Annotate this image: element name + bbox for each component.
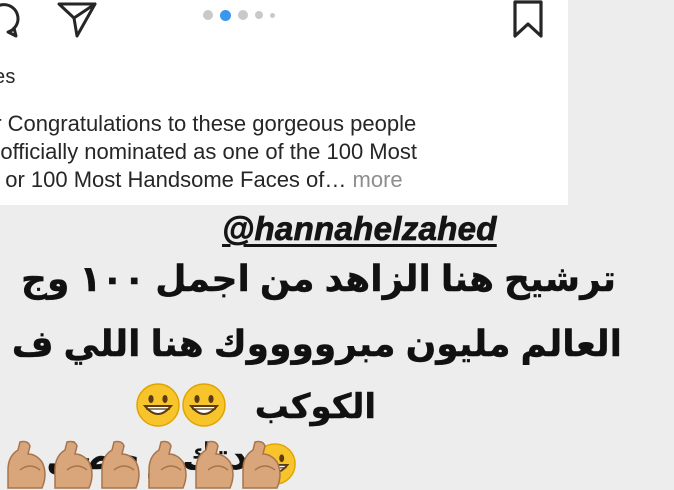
caption-line: ul or 100 Most Handsome Faces of… more — [0, 166, 562, 194]
story-text-line-1: ترشيح هنا الزاهد من اجمل ١٠٠ وج — [21, 258, 616, 299]
story-text-line-3: الكوكب — [254, 388, 377, 426]
carousel-dot — [238, 10, 248, 20]
likes-count[interactable]: es — [0, 66, 16, 89]
carousel-dot-active — [220, 9, 231, 21]
caption-text: ul or 100 Most Handsome Faces of… — [0, 167, 347, 192]
flexed-biceps-emoji — [195, 440, 234, 489]
instagram-post-card: es er Congratulations to these gorgeous … — [0, 0, 568, 205]
share-icon[interactable] — [56, 0, 98, 40]
grinning-face-emoji — [182, 383, 226, 427]
caption-line: er Congratulations to these gorgeous peo… — [0, 111, 417, 136]
flexed-biceps-emoji — [242, 440, 281, 489]
flexed-biceps-emoji — [148, 440, 187, 489]
story-text-line-2: العالم مليون مبرووووك هنا اللي ف — [11, 323, 623, 364]
carousel-dot — [203, 10, 213, 20]
more-link[interactable]: more — [353, 167, 403, 192]
carousel-indicator — [203, 8, 282, 22]
carousel-dot — [255, 11, 263, 19]
carousel-dot — [270, 12, 275, 18]
flexed-biceps-emoji — [7, 440, 46, 489]
flexed-biceps-emoji — [54, 440, 93, 489]
bookmark-icon[interactable] — [510, 0, 546, 40]
caption-line: g officially nominated as one of the 100… — [0, 139, 417, 164]
post-caption: er Congratulations to these gorgeous peo… — [0, 110, 562, 194]
mention-tag[interactable]: @hannahelzahed — [222, 210, 497, 248]
grinning-face-emoji — [136, 383, 180, 427]
flexed-biceps-emoji — [101, 440, 140, 489]
comment-icon[interactable] — [0, 0, 22, 40]
